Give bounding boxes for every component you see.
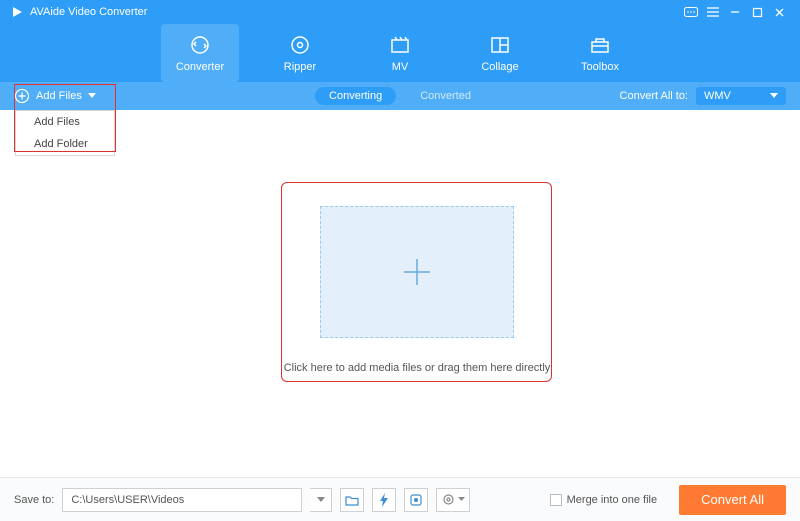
sub-toolbar: Add Files Converting Converted Convert A…: [0, 82, 800, 110]
tab-mv[interactable]: MV: [361, 24, 439, 82]
settings-button[interactable]: [436, 488, 470, 512]
minimize-icon[interactable]: [724, 1, 746, 23]
ripper-icon: [289, 34, 311, 56]
tab-label: Toolbox: [581, 61, 619, 73]
app-title: AVAide Video Converter: [30, 6, 147, 18]
tab-label: MV: [392, 61, 409, 73]
converter-icon: [189, 34, 211, 56]
chevron-down-icon: [770, 93, 778, 99]
tab-collage[interactable]: Collage: [461, 24, 539, 82]
convert-all-button[interactable]: Convert All: [679, 485, 786, 515]
output-format-select[interactable]: WMV: [696, 87, 786, 105]
chevron-down-icon: [88, 93, 96, 99]
gear-icon: [442, 493, 455, 506]
tab-toolbox[interactable]: Toolbox: [561, 24, 639, 82]
tab-label: Collage: [481, 61, 518, 73]
save-path-value: C:\Users\USER\Videos: [71, 494, 184, 506]
app-logo-icon: [10, 5, 24, 19]
plus-icon: [400, 255, 434, 289]
checkbox-icon: [550, 494, 562, 506]
folder-icon: [345, 494, 359, 506]
high-speed-button[interactable]: [404, 488, 428, 512]
tab-converter[interactable]: Converter: [161, 24, 239, 82]
save-to-label: Save to:: [14, 494, 54, 506]
convert-all-to-label: Convert All to:: [620, 90, 688, 102]
chevron-down-icon: [458, 497, 465, 502]
open-folder-button[interactable]: [340, 488, 364, 512]
lightning-icon: [379, 493, 389, 507]
add-files-button[interactable]: Add Files: [14, 88, 96, 104]
tab-ripper[interactable]: Ripper: [261, 24, 339, 82]
add-folder-menu-item[interactable]: Add Folder: [16, 133, 114, 155]
drop-zone[interactable]: [320, 206, 514, 338]
collage-icon: [489, 34, 511, 56]
menu-icon[interactable]: [702, 1, 724, 23]
merge-checkbox[interactable]: Merge into one file: [550, 494, 658, 506]
close-icon[interactable]: [768, 1, 790, 23]
converting-tab[interactable]: Converting: [315, 87, 396, 105]
toolbox-icon: [589, 34, 611, 56]
titlebar: AVAide Video Converter: [0, 0, 800, 24]
speed-icon: [409, 493, 423, 507]
bottom-bar: Save to: C:\Users\USER\Videos Merge into…: [0, 477, 800, 521]
tab-label: Ripper: [284, 61, 316, 73]
save-path-dropdown[interactable]: [310, 488, 332, 512]
tab-label: Converter: [176, 61, 224, 73]
drop-zone-text: Click here to add media files or drag th…: [282, 362, 552, 374]
save-path-field[interactable]: C:\Users\USER\Videos: [62, 488, 302, 512]
converted-tab[interactable]: Converted: [406, 87, 485, 105]
add-files-menu-item[interactable]: Add Files: [16, 111, 114, 133]
add-files-label: Add Files: [36, 90, 82, 102]
add-files-dropdown: Add Files Add Folder: [15, 110, 115, 156]
merge-label: Merge into one file: [567, 494, 658, 506]
maximize-icon[interactable]: [746, 1, 768, 23]
plus-circle-icon: [14, 88, 30, 104]
mv-icon: [389, 34, 411, 56]
main-tabs: Converter Ripper MV Collage Toolbox: [0, 24, 800, 82]
format-value: WMV: [704, 90, 731, 102]
feedback-icon[interactable]: [680, 1, 702, 23]
gpu-accel-button[interactable]: [372, 488, 396, 512]
